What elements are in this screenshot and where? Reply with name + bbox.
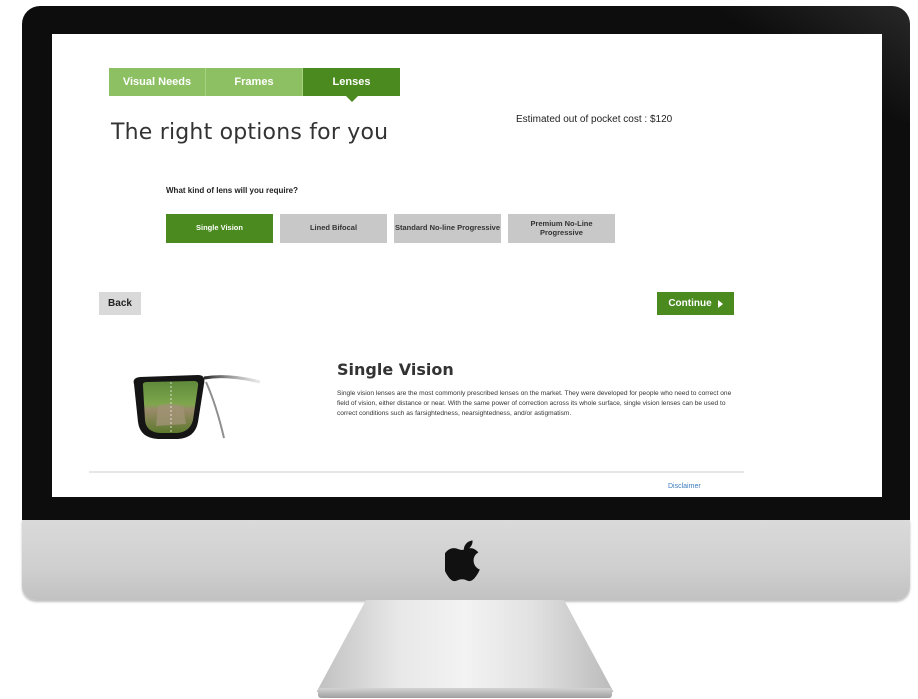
apple-logo-icon — [445, 540, 480, 582]
option-single-vision[interactable]: Single Vision — [166, 214, 273, 243]
back-button[interactable]: Back — [99, 292, 141, 315]
arrow-right-icon — [717, 299, 723, 308]
tab-visual-needs[interactable]: Visual Needs — [109, 68, 206, 96]
lens-options: Single Vision Lined Bifocal Standard No-… — [166, 214, 615, 243]
option-premium-no-line-progressive[interactable]: Premium No-Line Progressive — [508, 214, 615, 243]
continue-button[interactable]: Continue — [657, 292, 734, 315]
option-lined-bifocal[interactable]: Lined Bifocal — [280, 214, 387, 243]
option-standard-no-line-progressive[interactable]: Standard No-line Progressive — [394, 214, 501, 243]
lens-info-title: Single Vision — [337, 360, 454, 379]
footer-divider — [89, 471, 744, 473]
lens-question: What kind of lens will you require? — [166, 186, 299, 195]
imac-stand — [316, 600, 614, 692]
disclaimer-link[interactable]: Disclaimer — [668, 483, 701, 490]
continue-label: Continue — [668, 298, 712, 309]
glasses-illustration — [133, 375, 261, 439]
tab-lenses[interactable]: Lenses — [303, 68, 400, 102]
lens-info-description: Single vision lenses are the most common… — [337, 390, 732, 417]
imac-stand-base — [318, 688, 612, 698]
step-tabs: Visual Needs Frames Lenses — [109, 68, 400, 102]
page-title: The right options for you — [111, 120, 389, 145]
screen: Visual Needs Frames Lenses The right opt… — [52, 34, 882, 497]
tab-frames[interactable]: Frames — [206, 68, 303, 96]
estimated-cost: Estimated out of pocket cost : $120 — [516, 114, 673, 125]
